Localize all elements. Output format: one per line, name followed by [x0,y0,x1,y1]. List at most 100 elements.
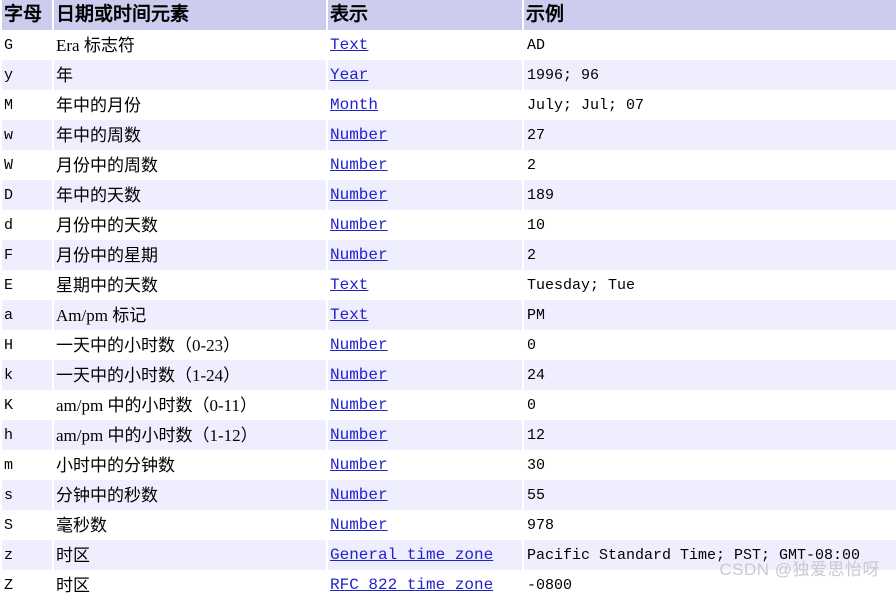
cell-presentation: Number [328,480,522,510]
table-row: D年中的天数Number189 [2,180,896,210]
column-header-letter: 字母 [2,0,52,30]
cell-presentation: Text [328,300,522,330]
table-row: F月份中的星期Number 2 [2,240,896,270]
table-row: d月份中的天数Number 10 [2,210,896,240]
table-row: GEra 标志符TextAD [2,30,896,60]
cell-example: 2 [524,150,896,180]
cell-example: 1996; 96 [524,60,896,90]
cell-presentation: Month [328,90,522,120]
table-row: w年中的周数Number27 [2,120,896,150]
column-header-example: 示例 [524,0,896,30]
cell-example: 0 [524,330,896,360]
table-row: y年Year 1996; 96 [2,60,896,90]
cell-presentation: Number [328,420,522,450]
cell-element: 月份中的天数 [54,210,326,240]
cell-element: am/pm 中的小时数（1-12） [54,420,326,450]
presentation-link[interactable]: Number [330,366,388,384]
cell-presentation: RFC 822 time zone [328,570,522,600]
cell-element: 年中的月份 [54,90,326,120]
cell-element: 月份中的周数 [54,150,326,180]
cell-example: 978 [524,510,896,540]
cell-element: am/pm 中的小时数（0-11） [54,390,326,420]
cell-example: PM [524,300,896,330]
cell-example: Pacific Standard Time; PST; GMT-08:00 [524,540,896,570]
presentation-link[interactable]: Number [330,216,388,234]
date-format-pattern-table: 字母 日期或时间元素 表示 示例 GEra 标志符TextADy年Year199… [0,0,896,600]
cell-letter: S [2,510,52,540]
cell-letter: F [2,240,52,270]
presentation-link[interactable]: Number [330,456,388,474]
cell-element: 年中的周数 [54,120,326,150]
cell-letter: d [2,210,52,240]
cell-element: 时区 [54,540,326,570]
presentation-link[interactable]: Text [330,276,368,294]
cell-presentation: Number [328,150,522,180]
cell-element: 一天中的小时数（0-23） [54,330,326,360]
cell-presentation: Number [328,120,522,150]
presentation-link[interactable]: Month [330,96,378,114]
cell-element: 月份中的星期 [54,240,326,270]
column-header-presentation: 表示 [328,0,522,30]
cell-letter: y [2,60,52,90]
cell-letter: H [2,330,52,360]
presentation-link[interactable]: Number [330,516,388,534]
cell-element: 一天中的小时数（1-24） [54,360,326,390]
cell-element: Era 标志符 [54,30,326,60]
cell-letter: s [2,480,52,510]
presentation-link[interactable]: General time zone [330,546,493,564]
cell-example: July; Jul; 07 [524,90,896,120]
cell-letter: K [2,390,52,420]
table-row: aAm/pm 标记Text PM [2,300,896,330]
presentation-link[interactable]: Number [330,426,388,444]
cell-presentation: Number [328,390,522,420]
presentation-link[interactable]: Number [330,396,388,414]
table-header-row: 字母 日期或时间元素 表示 示例 [2,0,896,30]
cell-example: 2 [524,240,896,270]
cell-example: 12 [524,420,896,450]
cell-element: 年 [54,60,326,90]
cell-element: 小时中的分钟数 [54,450,326,480]
presentation-link[interactable]: Number [330,336,388,354]
cell-example: 0 [524,390,896,420]
cell-presentation: Text [328,30,522,60]
presentation-link[interactable]: Number [330,156,388,174]
table-row: s分钟中的秒数Number55 [2,480,896,510]
cell-element: 毫秒数 [54,510,326,540]
table-row: m小时中的分钟数Number30 [2,450,896,480]
cell-example: AD [524,30,896,60]
cell-example: 30 [524,450,896,480]
presentation-link[interactable]: Text [330,36,368,54]
cell-example: 24 [524,360,896,390]
cell-letter: M [2,90,52,120]
cell-presentation: Number [328,240,522,270]
table-row: k一天中的小时数（1-24）Number 24 [2,360,896,390]
table-row: z时区General time zonePacific Standard Tim… [2,540,896,570]
table-body: GEra 标志符TextADy年Year1996; 96M年中的月份MonthJ… [2,30,896,600]
cell-letter: h [2,420,52,450]
cell-letter: W [2,150,52,180]
presentation-link[interactable]: Number [330,246,388,264]
cell-presentation: General time zone [328,540,522,570]
cell-letter: k [2,360,52,390]
table-row: S毫秒数Number 978 [2,510,896,540]
presentation-link[interactable]: Number [330,186,388,204]
presentation-link[interactable]: Number [330,486,388,504]
table-row: W月份中的周数Number 2 [2,150,896,180]
table-row: E星期中的天数TextTuesday; Tue [2,270,896,300]
presentation-link[interactable]: RFC 822 time zone [330,576,493,594]
table-row: M年中的月份Month July; Jul; 07 [2,90,896,120]
presentation-link[interactable]: Year [330,66,368,84]
cell-letter: a [2,300,52,330]
presentation-link[interactable]: Text [330,306,368,324]
table-header: 字母 日期或时间元素 表示 示例 [2,0,896,30]
presentation-link[interactable]: Number [330,126,388,144]
cell-element: Am/pm 标记 [54,300,326,330]
cell-letter: E [2,270,52,300]
cell-example: 27 [524,120,896,150]
cell-presentation: Number [328,180,522,210]
table-row: Kam/pm 中的小时数（0-11）Number 0 [2,390,896,420]
cell-presentation: Text [328,270,522,300]
cell-example: 10 [524,210,896,240]
table-row: H一天中的小时数（0-23）Number 0 [2,330,896,360]
cell-presentation: Number [328,450,522,480]
